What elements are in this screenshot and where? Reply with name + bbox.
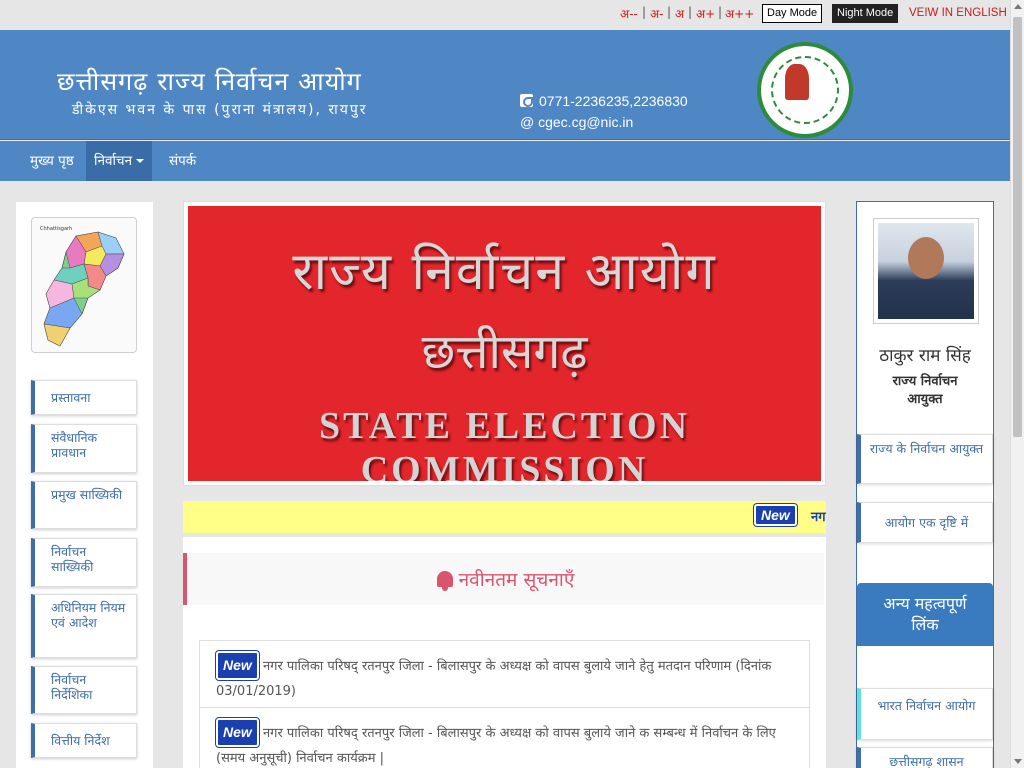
chevron-down-icon bbox=[136, 159, 145, 163]
sidebar-item-introduction[interactable]: प्रस्तावना bbox=[31, 380, 137, 415]
contact-info: 0771-2236235,2236830 @ cgec.cg@nic.in bbox=[520, 91, 688, 133]
banner-image: राज्य निर्वाचन आयोग छत्तीसगढ़ STATE ELEC… bbox=[188, 206, 821, 481]
new-badge: New bbox=[216, 651, 259, 680]
left-sidebar: Chhattisgarh प्रस्तावना संवैधानिक प्रावध… bbox=[16, 202, 153, 768]
link-election-commission-of-india[interactable]: भारत निर्वाचन आयोग bbox=[857, 688, 993, 740]
font-increase-button[interactable]: अ+ bbox=[696, 5, 715, 22]
site-title: छत्तीसगढ़ राज्य निर्वाचन आयोग bbox=[57, 67, 362, 96]
font-decrease-2-button[interactable]: अ-- bbox=[620, 5, 638, 22]
notice-text[interactable]: नगर पालिका परिषद् रतनपुर जिला - बिलासपुर… bbox=[216, 659, 771, 699]
separator: | bbox=[718, 5, 723, 19]
notice-item[interactable]: New नगर पालिका परिषद् रतनपुर जिला - बिला… bbox=[199, 707, 810, 768]
scroll-up-icon[interactable] bbox=[1014, 4, 1022, 9]
state-map-image[interactable]: Chhattisgarh bbox=[31, 217, 137, 353]
font-decrease-button[interactable]: अ- bbox=[650, 5, 664, 22]
phone-number: 0771-2236235,2236830 bbox=[539, 93, 688, 109]
notices-header: नवीनतम सूचनाएँ bbox=[183, 553, 824, 605]
new-badge: New bbox=[754, 504, 797, 526]
email-address: @ cgec.cg@nic.in bbox=[520, 114, 634, 130]
notice-text[interactable]: नगर पालिका परिषद् रतनपुर जिला - बिलासपुर… bbox=[216, 726, 776, 766]
scroll-thumb[interactable] bbox=[1013, 17, 1022, 437]
notices-title: नवीनतम सूचनाएँ bbox=[458, 569, 575, 591]
view-in-english-link[interactable]: VEIW IN ENGLISH bbox=[909, 7, 1007, 19]
day-mode-button[interactable]: Day Mode bbox=[762, 4, 823, 23]
commissioner-name: ठाकुर राम सिंह bbox=[879, 346, 971, 366]
page-scrollbar[interactable] bbox=[1010, 0, 1024, 768]
commissioner-photo bbox=[873, 218, 979, 324]
link-chhattisgarh-government[interactable]: छत्तीसगढ़ शासन bbox=[857, 747, 993, 768]
commission-seal-icon bbox=[757, 42, 853, 138]
nav-elections-dropdown[interactable]: निर्वाचन bbox=[86, 141, 153, 181]
commissioner-designation: राज्य निर्वाचन आयुक्त bbox=[892, 374, 958, 407]
sidebar-item-acts-rules-orders[interactable]: अधिनियम नियम एवं आदेश bbox=[31, 594, 137, 658]
latest-notices-panel: नवीनतम सूचनाएँ New नगर पालिका परिषद् रतन… bbox=[183, 537, 826, 768]
notice-item[interactable]: New नगर पालिका परिषद् रतनपुर जिला - बिला… bbox=[199, 640, 810, 708]
font-increase-2-button[interactable]: अ++ bbox=[725, 5, 754, 22]
hero-banner: राज्य निर्वाचन आयोग छत्तीसगढ़ STATE ELEC… bbox=[183, 201, 826, 486]
nav-home[interactable]: मुख्य पृष्ठ bbox=[22, 141, 82, 181]
font-normal-button[interactable]: अ bbox=[675, 5, 684, 22]
sidebar-item-election-statistics[interactable]: निर्वाचन साख्यिकी bbox=[31, 538, 137, 587]
ticker-text[interactable]: नग bbox=[811, 507, 826, 525]
bell-icon bbox=[436, 571, 453, 591]
sidebar-item-constitutional-provisions[interactable]: संवैधानिक प्रावधान bbox=[31, 424, 137, 473]
site-address: डीकेएस भवन के पास (पुराना मंत्रालय), राय… bbox=[72, 102, 368, 118]
important-links-header: अन्य महत्वपूर्ण लिंक bbox=[857, 583, 993, 646]
nav-contact[interactable]: संपर्क bbox=[161, 141, 204, 181]
sidebar-item-state-commissioners[interactable]: राज्य के निर्वाचन आयुक्त bbox=[857, 434, 993, 484]
main-navbar: मुख्य पृष्ठ निर्वाचन संपर्क bbox=[0, 141, 1010, 181]
separator: | bbox=[642, 5, 647, 19]
site-header: छत्तीसगढ़ राज्य निर्वाचन आयोग डीकेएस भवन… bbox=[0, 30, 1010, 140]
sidebar-item-commission-overview[interactable]: आयोग एक दृष्टि में bbox=[857, 502, 993, 543]
news-ticker[interactable]: New नग bbox=[183, 501, 826, 533]
night-mode-button[interactable]: Night Mode bbox=[832, 4, 899, 23]
phone-icon bbox=[520, 94, 533, 107]
right-sidebar: ठाकुर राम सिंह राज्य निर्वाचन आयुक्त राज… bbox=[856, 201, 994, 768]
top-utility-bar: अ-- | अ- | अ | अ+ | अ++ Day Mode Night M… bbox=[0, 0, 1010, 30]
chhattisgarh-map-icon bbox=[43, 231, 125, 347]
separator: | bbox=[688, 5, 693, 19]
new-badge: New bbox=[216, 718, 259, 747]
separator: | bbox=[667, 5, 672, 19]
sidebar-item-key-statistics[interactable]: प्रमुख साख्यिकी bbox=[31, 481, 137, 529]
sidebar-item-financial-instructions[interactable]: वित्तीय निर्देश bbox=[31, 723, 137, 758]
sidebar-item-election-directory[interactable]: निर्वाचन निर्देशिका bbox=[31, 666, 137, 714]
scroll-down-icon[interactable] bbox=[1014, 759, 1022, 764]
